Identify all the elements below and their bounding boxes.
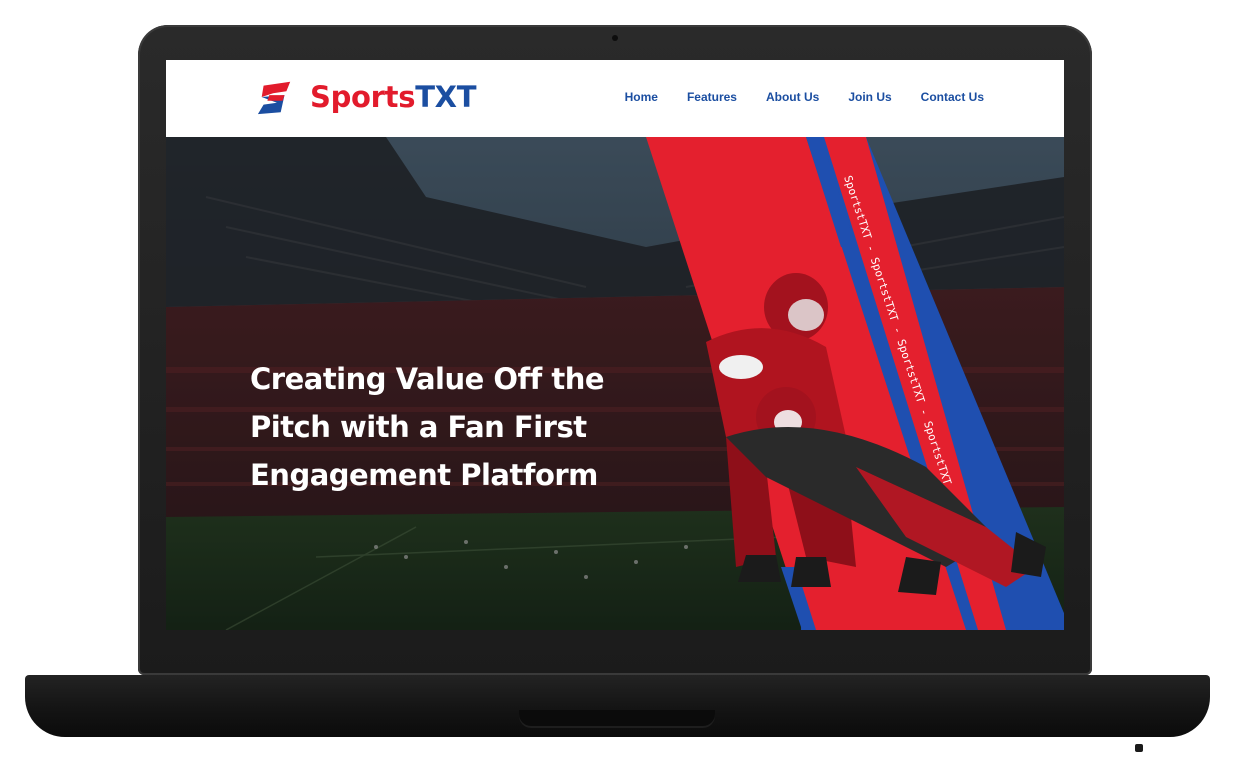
sportstxt-logo-icon [257,81,291,115]
nav-about-us[interactable]: About Us [766,90,819,104]
nav-contact-us[interactable]: Contact Us [921,90,984,104]
brand-name-sports: Sports [310,80,416,114]
laptop-notch [519,710,715,728]
webcam [612,35,618,41]
nav-features[interactable]: Features [687,90,737,104]
nav-home[interactable]: Home [625,90,658,104]
hero-headline: Creating Value Off the Pitch with a Fan … [250,362,605,492]
laptop-screen: SportsTXT Home Features About Us Join Us… [166,60,1064,630]
brand-logo-link[interactable]: SportsTXT [256,78,477,116]
site-header: SportsTXT Home Features About Us Join Us… [166,60,1064,138]
main-nav: Home Features About Us Join Us Contact U… [625,90,984,104]
brand-name-txt: TXT [415,80,477,114]
hero-section: SportstTXT - SportstTXT - SportstTXT - S… [166,137,1064,630]
nav-join-us[interactable]: Join Us [848,90,891,104]
laptop-foot [1135,744,1143,752]
brand-name: SportsTXT [310,80,477,114]
laptop-mockup: SportsTXT Home Features About Us Join Us… [0,0,1235,773]
